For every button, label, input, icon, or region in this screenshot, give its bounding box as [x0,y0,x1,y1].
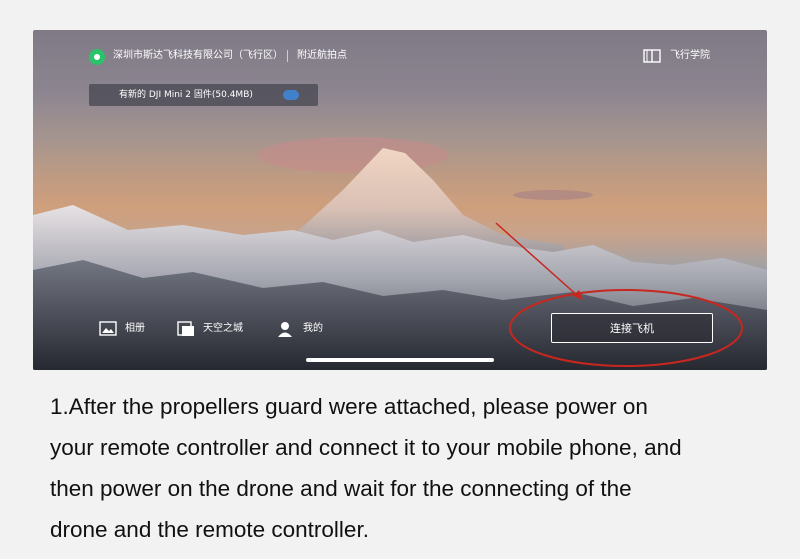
instruction-caption: 1.After the propellers guard were attach… [50,394,682,542]
photo-icon [99,321,117,336]
me-label: 我的 [303,323,323,334]
album-button[interactable]: 相册 [99,320,159,338]
skypixel-label: 天空之城 [203,323,243,334]
album-label: 相册 [125,323,145,334]
me-button[interactable]: 我的 [277,320,327,338]
divider [287,50,288,62]
user-icon [278,322,292,337]
book-icon[interactable] [643,48,661,64]
app-screen: 深圳市斯达飞科技有限公司（飞行区） 附近航拍点 飞行学院 有新的 DJI Min… [33,30,767,370]
location-pin-icon [89,49,105,65]
home-indicator [306,358,494,362]
skypixel-icon [177,321,194,336]
flight-academy-link[interactable]: 飞行学院 [670,49,710,63]
skypixel-button[interactable]: 天空之城 [177,320,257,338]
firmware-update-banner[interactable]: 有新的 DJI Mini 2 固件(50.4MB) [89,84,318,106]
nearby-spots-link[interactable]: 附近航拍点 [297,49,347,63]
top-bar: 深圳市斯达飞科技有限公司（飞行区） 附近航拍点 飞行学院 [33,30,767,82]
connect-aircraft-button[interactable]: 连接飞机 [551,313,713,343]
firmware-notice: 有新的 DJI Mini 2 固件(50.4MB) [119,90,253,100]
location-label[interactable]: 深圳市斯达飞科技有限公司（飞行区） [113,49,283,63]
update-toggle[interactable] [283,90,299,100]
